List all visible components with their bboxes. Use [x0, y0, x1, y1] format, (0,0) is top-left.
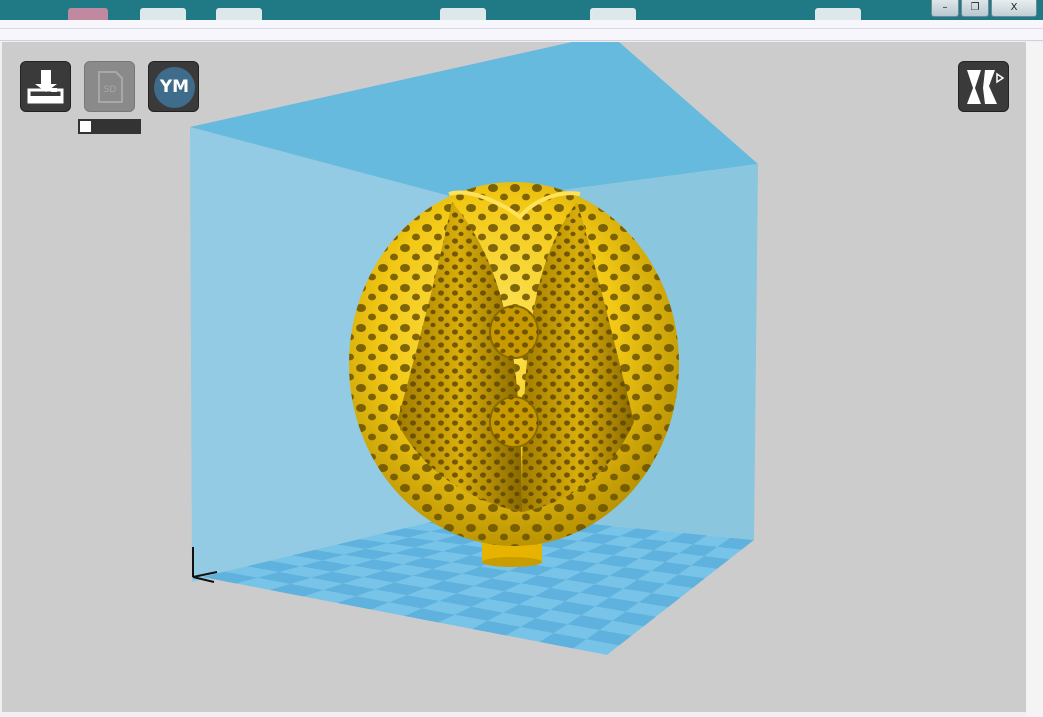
progress-fill — [80, 121, 91, 132]
window-edge — [1026, 42, 1043, 717]
view-mode-button[interactable] — [958, 61, 1009, 112]
minimize-button[interactable]: – — [931, 0, 959, 17]
3d-viewport[interactable]: SD YM — [2, 42, 1026, 712]
ym-button[interactable]: YM — [148, 61, 199, 112]
load-model-button[interactable] — [20, 61, 71, 112]
title-bar: – ❐ X — [0, 0, 1043, 20]
taskbar-ghost — [216, 8, 262, 20]
3d-scene[interactable] — [2, 42, 1026, 712]
restore-button[interactable]: ❐ — [961, 0, 989, 17]
progress-bar — [78, 119, 141, 134]
menu-strip — [0, 20, 1043, 41]
load-model-icon — [27, 70, 64, 104]
ym-label: YM — [154, 67, 195, 108]
3d-model[interactable] — [349, 182, 679, 546]
taskbar-ghost — [590, 8, 636, 20]
taskbar-ghost — [68, 8, 108, 20]
sd-card-button[interactable]: SD — [84, 61, 135, 112]
taskbar-ghost — [140, 8, 186, 20]
sd-card-icon: SD — [98, 71, 123, 103]
taskbar-ghost — [440, 8, 486, 20]
view-mode-icon — [967, 70, 1005, 104]
window-controls: – ❐ X — [929, 0, 1037, 18]
taskbar-ghost — [815, 8, 861, 20]
close-button[interactable]: X — [991, 0, 1037, 17]
sd-label: SD — [104, 85, 117, 95]
